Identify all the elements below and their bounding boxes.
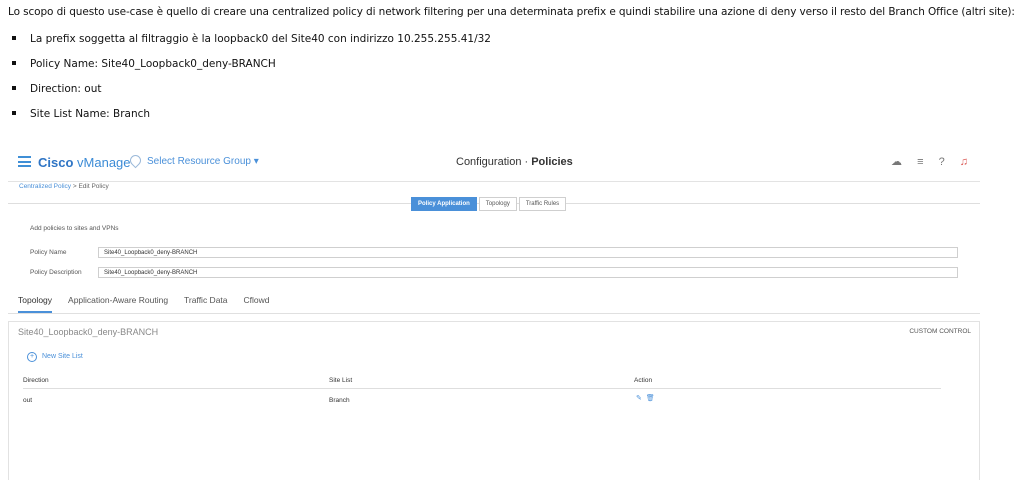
menu-icon[interactable]: ≡ <box>917 156 923 168</box>
breadcrumb-centralized-policy[interactable]: Centralized Policy <box>19 183 71 190</box>
segment-tab-traffic-rules[interactable]: Traffic Rules <box>518 197 567 211</box>
tab-cflowd[interactable]: Cflowd <box>244 295 270 313</box>
column-header-site-list: Site List <box>329 377 353 384</box>
breadcrumb-current: Edit Policy <box>78 183 109 190</box>
tab-topology[interactable]: Topology <box>18 295 53 313</box>
tabs-divider <box>8 313 980 314</box>
new-site-list-button[interactable]: + New Site List <box>27 352 83 362</box>
policy-name-input[interactable]: Site40_Loopback0_deny-BRANCH <box>98 247 958 258</box>
policy-tabs: Topology Application-Aware Routing Traff… <box>18 295 286 313</box>
cell-site-list: Branch <box>329 397 350 404</box>
tab-application-aware-routing[interactable]: Application-Aware Routing <box>68 295 168 313</box>
location-pin-icon <box>127 152 144 169</box>
brand-logo: Cisco vManage <box>38 155 131 170</box>
breadcrumb-separator: > <box>72 183 77 190</box>
segment-tabs: Policy Application Topology Traffic Rule… <box>411 197 568 211</box>
segment-tab-policy-application[interactable]: Policy Application <box>411 197 477 211</box>
bullet-icon <box>12 111 16 115</box>
trash-icon[interactable]: 🗑 <box>646 395 655 402</box>
hamburger-menu-icon[interactable] <box>18 156 31 167</box>
bullet-item: La prefix soggetta al filtraggio è la lo… <box>12 33 491 45</box>
bell-icon[interactable]: ♫ <box>960 156 968 168</box>
intro-paragraph: Lo scopo di questo use-case è quello di … <box>8 6 1015 18</box>
help-icon[interactable]: ? <box>939 156 945 168</box>
resource-group-selector[interactable]: Select Resource Group ▾ <box>127 152 259 169</box>
panel-title: Site40_Loopback0_deny-BRANCH <box>18 327 159 337</box>
bullet-item: Site List Name: Branch <box>12 108 150 120</box>
policy-description-label: Policy Description <box>30 269 82 276</box>
segment-tab-topology[interactable]: Topology <box>478 197 517 211</box>
bullet-item: Direction: out <box>12 83 102 95</box>
section-heading: Add policies to sites and VPNs <box>30 225 119 232</box>
bullet-icon <box>12 36 16 40</box>
top-bar: Cisco vManage Select Resource Group ▾ Co… <box>8 145 980 182</box>
policy-name-label: Policy Name <box>30 249 67 256</box>
bullet-item: Policy Name: Site40_Loopback0_deny-BRANC… <box>12 58 276 70</box>
column-header-direction: Direction <box>23 377 49 384</box>
header-divider <box>23 388 941 389</box>
row-actions: ✎ 🗑 <box>636 394 659 402</box>
top-icons: ☁ ≡ ? ♫ <box>879 155 968 168</box>
bullet-icon <box>12 61 16 65</box>
topology-panel: Site40_Loopback0_deny-BRANCH CUSTOM CONT… <box>8 321 980 480</box>
policy-description-input[interactable]: Site40_Loopback0_deny-BRANCH <box>98 267 958 278</box>
cell-direction: out <box>23 397 33 404</box>
vmanage-window: Cisco vManage Select Resource Group ▾ Co… <box>8 145 980 480</box>
page-title: Configuration · Policies <box>456 156 573 168</box>
column-header-action: Action <box>634 377 653 384</box>
plus-circle-icon: + <box>27 352 37 362</box>
custom-control-label: CUSTOM CONTROL <box>909 328 971 335</box>
edit-pencil-icon[interactable]: ✎ <box>636 395 642 402</box>
bullet-icon <box>12 86 16 90</box>
cloud-icon[interactable]: ☁ <box>891 155 902 168</box>
breadcrumb: Centralized Policy > Edit Policy <box>19 183 109 190</box>
tab-traffic-data[interactable]: Traffic Data <box>184 295 227 313</box>
